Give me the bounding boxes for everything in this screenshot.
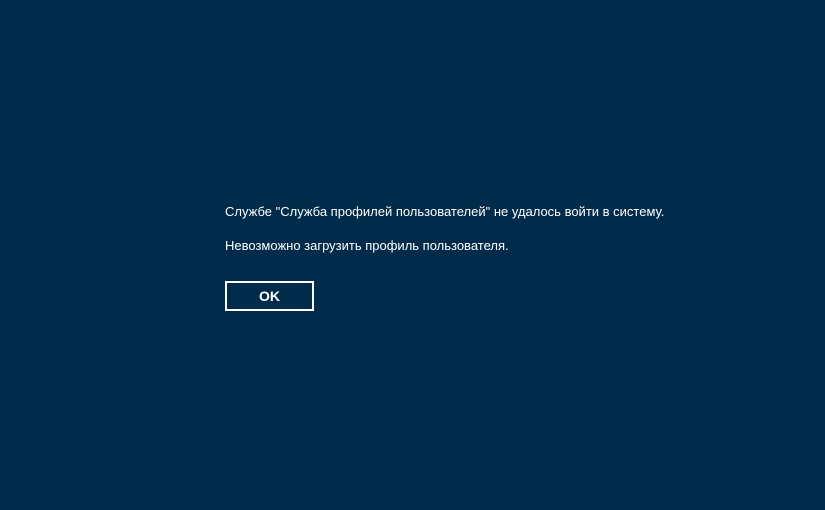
error-text-line1: Службе "Служба профилей пользователей" н… bbox=[225, 204, 664, 220]
error-message-container: Службе "Служба профилей пользователей" н… bbox=[225, 204, 664, 311]
ok-button[interactable]: OK bbox=[225, 281, 314, 311]
error-text-line2: Невозможно загрузить профиль пользовател… bbox=[225, 238, 664, 254]
